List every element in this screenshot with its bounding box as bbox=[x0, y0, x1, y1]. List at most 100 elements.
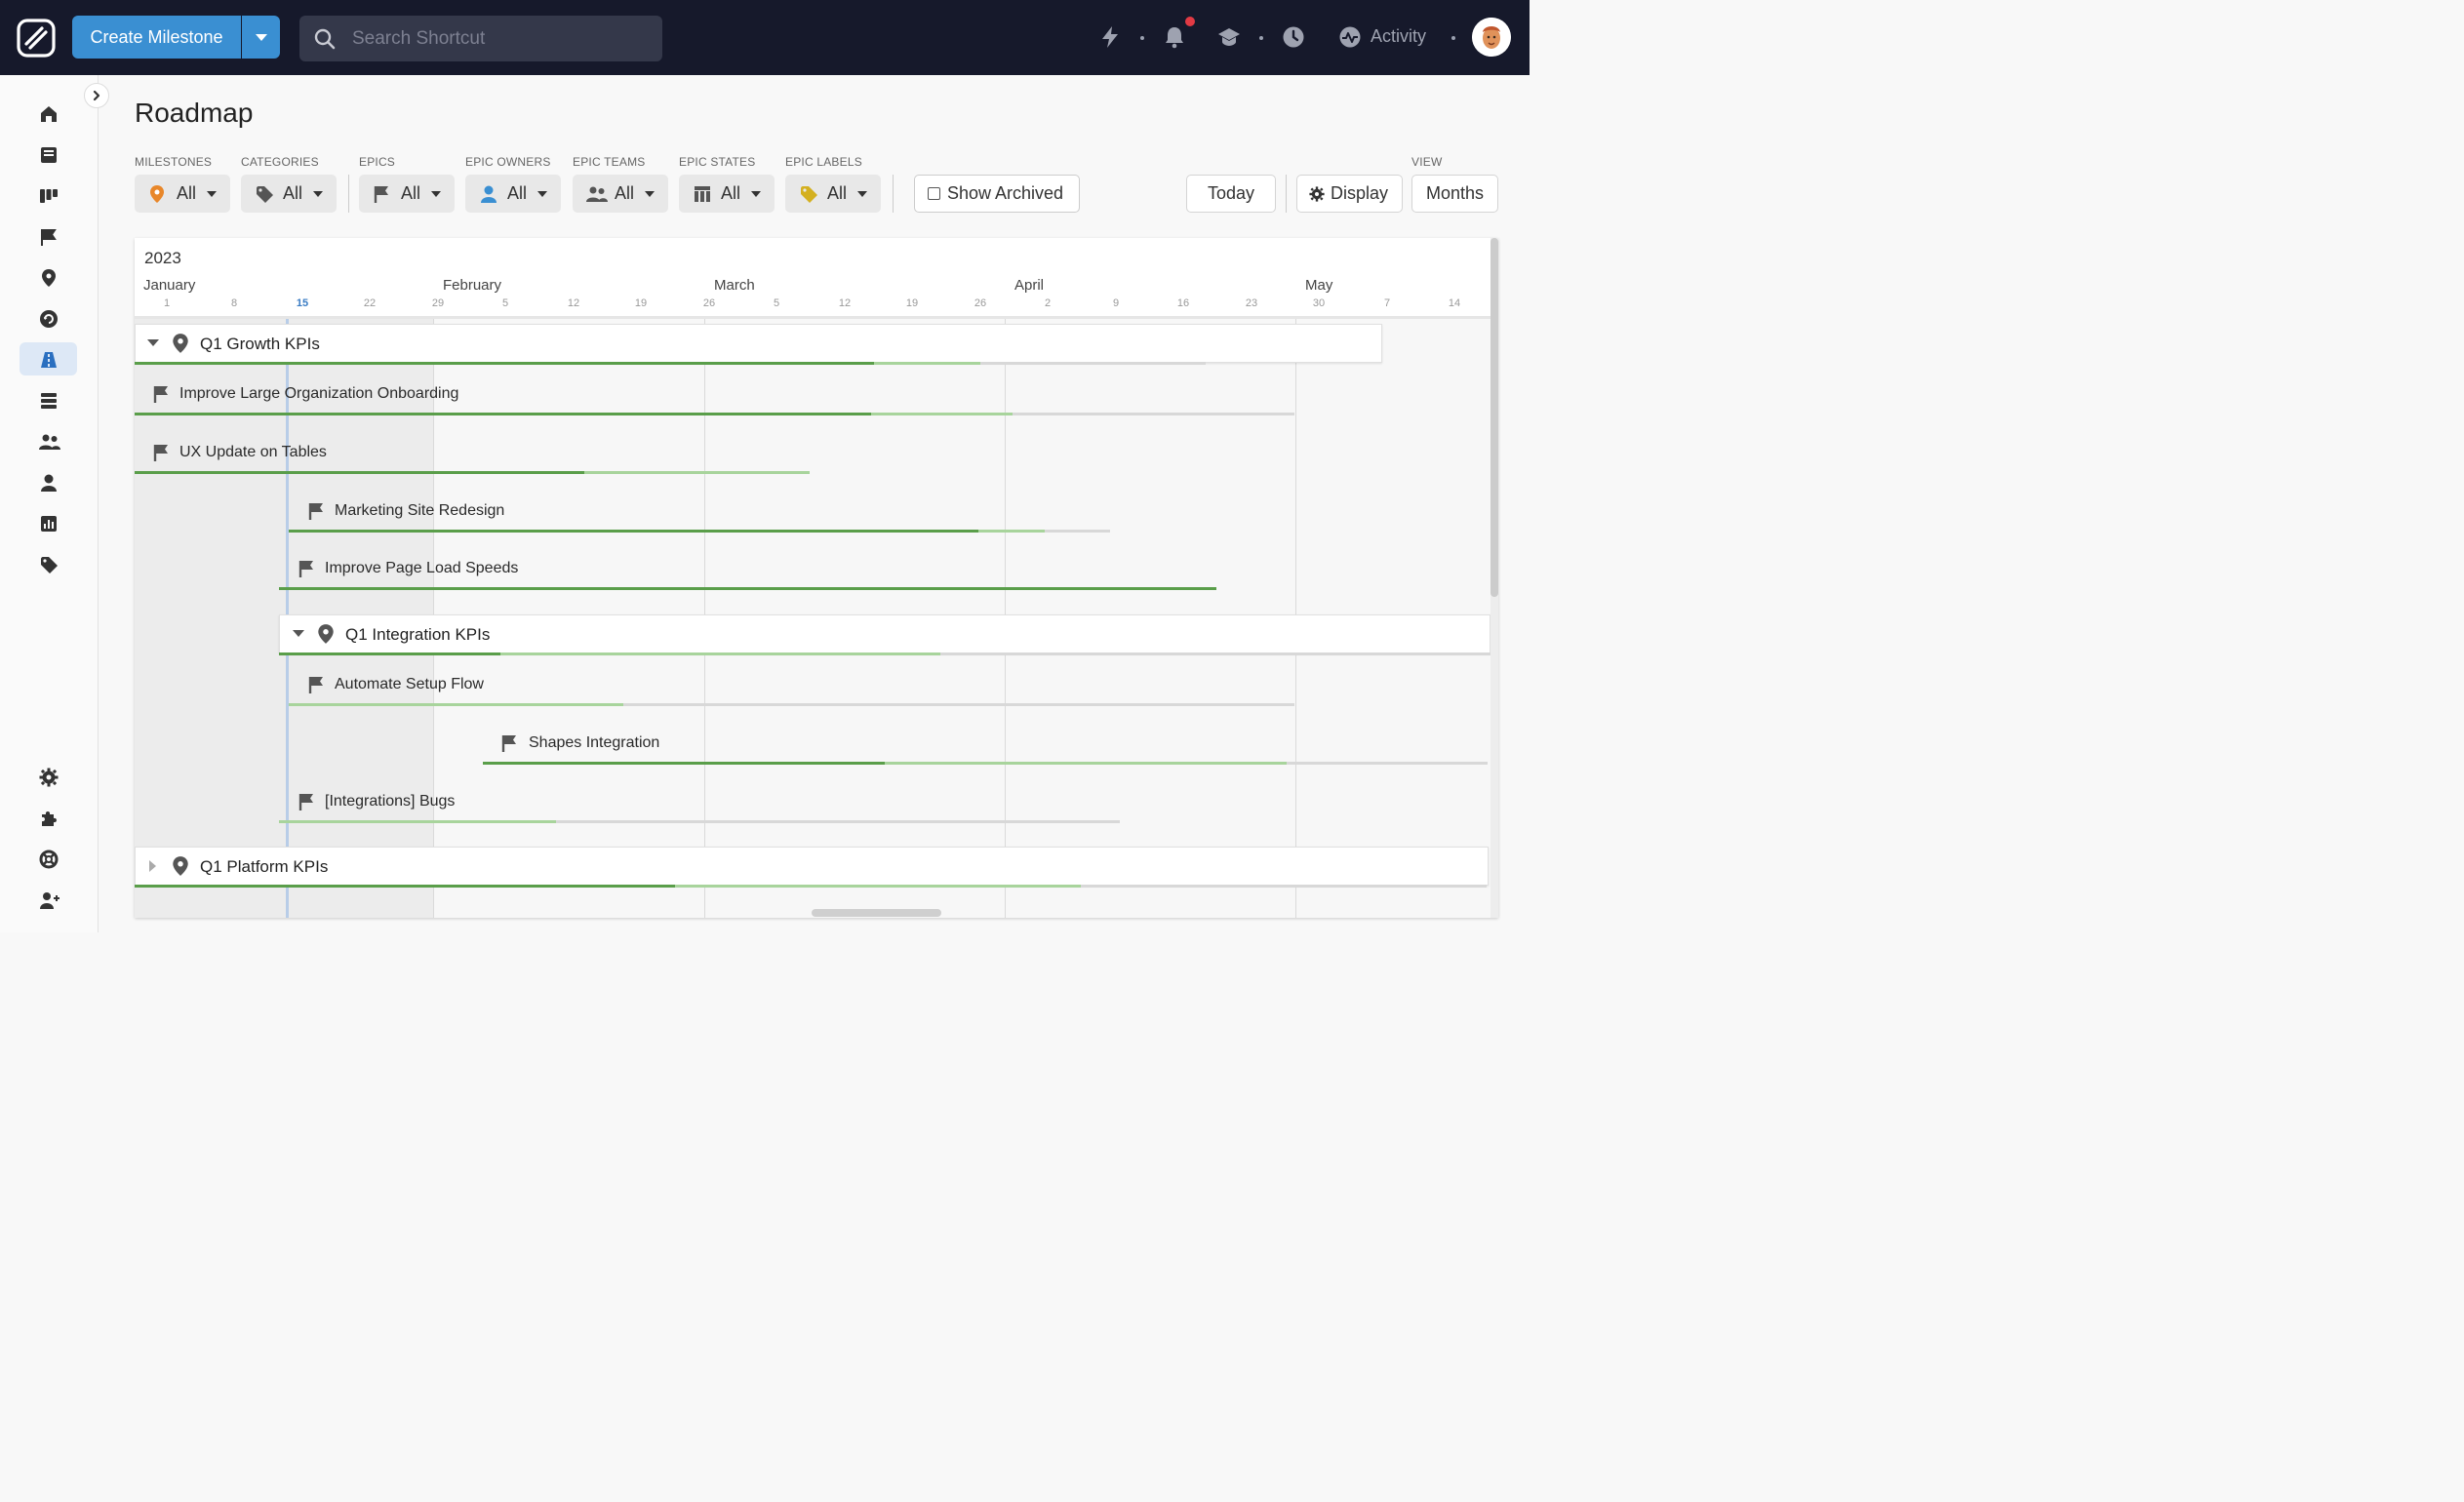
timeline-tick: 29 bbox=[431, 297, 445, 309]
milestone-row-q1-growth[interactable] bbox=[135, 324, 1382, 363]
timeline-tick: 2 bbox=[1044, 297, 1052, 309]
create-dropdown-button[interactable] bbox=[242, 16, 280, 59]
epic-name[interactable]: Shapes Integration bbox=[529, 734, 659, 752]
filter-divider bbox=[893, 175, 894, 213]
sidebar-collapse-toggle[interactable] bbox=[84, 83, 109, 108]
epic-name[interactable]: UX Update on Tables bbox=[179, 444, 327, 461]
caret-right-icon[interactable] bbox=[149, 860, 157, 872]
sidebar-item-stories[interactable] bbox=[20, 138, 77, 171]
sidebar-item-iterations[interactable] bbox=[20, 301, 77, 335]
progress-done bbox=[135, 413, 871, 415]
sidebar-item-roadmap[interactable] bbox=[20, 342, 77, 376]
sidebar-item-home[interactable] bbox=[20, 97, 77, 130]
sidebar-item-milestones[interactable] bbox=[20, 260, 77, 294]
caret-down-icon bbox=[751, 191, 761, 197]
timeline-month: March bbox=[714, 277, 755, 294]
search-input[interactable]: Search Shortcut bbox=[299, 16, 662, 61]
sidebar-item-epics[interactable] bbox=[20, 219, 77, 253]
caret-down-icon[interactable] bbox=[147, 339, 159, 347]
sidebar-item-user[interactable] bbox=[20, 465, 77, 498]
teams-icon bbox=[39, 434, 60, 450]
progress-started bbox=[289, 703, 623, 706]
filter-epic-owners-dropdown[interactable]: All bbox=[465, 175, 561, 213]
roadmap-icon bbox=[41, 352, 57, 368]
epic-name[interactable]: [Integrations] Bugs bbox=[325, 793, 455, 810]
today-button[interactable]: Today bbox=[1186, 175, 1276, 213]
filter-categories-dropdown[interactable]: All bbox=[241, 175, 337, 213]
bell-icon[interactable] bbox=[1163, 25, 1186, 49]
filter-epic-teams-value: All bbox=[615, 183, 635, 203]
caret-down-icon[interactable] bbox=[293, 630, 304, 638]
user-avatar[interactable] bbox=[1472, 18, 1511, 57]
team-icon bbox=[586, 186, 608, 202]
sidebar-item-objectives[interactable] bbox=[20, 383, 77, 416]
timeline-year: 2023 bbox=[144, 249, 181, 267]
clock-icon[interactable] bbox=[1282, 25, 1305, 49]
filter-epic-states-dropdown[interactable]: All bbox=[679, 175, 775, 213]
roadmap-timeline: 2023 January February March April May 1 … bbox=[135, 238, 1498, 918]
sidebar-item-settings[interactable] bbox=[20, 760, 77, 793]
shortcut-logo-icon[interactable] bbox=[17, 19, 56, 58]
horizontal-scrollbar[interactable] bbox=[812, 909, 941, 917]
filter-label-milestones: MILESTONES bbox=[135, 155, 213, 169]
filter-milestones-dropdown[interactable]: All bbox=[135, 175, 230, 213]
scrollbar-thumb[interactable] bbox=[1490, 238, 1498, 597]
progress-done bbox=[135, 471, 584, 474]
sidebar-item-invite[interactable] bbox=[20, 883, 77, 916]
filter-epic-labels-dropdown[interactable]: All bbox=[785, 175, 881, 213]
timeline-tick: 26 bbox=[974, 297, 987, 309]
milestone-name[interactable]: Q1 Growth KPIs bbox=[200, 335, 320, 354]
timeline-tick: 5 bbox=[773, 297, 780, 309]
timeline-tick: 12 bbox=[567, 297, 580, 309]
filter-epic-labels-value: All bbox=[827, 183, 848, 203]
sidebar bbox=[0, 75, 99, 932]
separator-dot bbox=[1259, 36, 1263, 40]
timeline-tick: 23 bbox=[1245, 297, 1258, 309]
sidebar-item-help[interactable] bbox=[20, 842, 77, 875]
timeline-tick: 1 bbox=[163, 297, 171, 309]
filter-label-epic-owners: EPIC OWNERS bbox=[465, 155, 551, 169]
epic-flag-icon bbox=[153, 386, 168, 403]
epic-name[interactable]: Improve Page Load Speeds bbox=[325, 560, 518, 577]
progress-done bbox=[135, 362, 874, 365]
activity-icon[interactable] bbox=[1338, 25, 1362, 49]
help-lifebuoy-icon bbox=[39, 850, 59, 869]
filter-epic-teams-dropdown[interactable]: All bbox=[573, 175, 668, 213]
activity-link[interactable]: Activity bbox=[1371, 26, 1426, 47]
sidebar-item-labels[interactable] bbox=[20, 547, 77, 580]
progress-done bbox=[279, 587, 1216, 590]
epic-flag-icon bbox=[298, 561, 313, 577]
timeline-month: April bbox=[1014, 277, 1045, 294]
milestone-row-q1-platform[interactable] bbox=[135, 847, 1489, 886]
show-archived-checkbox[interactable]: Show Archived bbox=[914, 175, 1080, 213]
milestone-name[interactable]: Q1 Platform KPIs bbox=[200, 857, 328, 877]
sidebar-item-teams[interactable] bbox=[20, 424, 77, 457]
filter-divider bbox=[348, 175, 349, 213]
lightning-icon[interactable] bbox=[1098, 25, 1122, 49]
sidebar-item-board[interactable] bbox=[20, 178, 77, 212]
progress-done bbox=[135, 885, 675, 888]
milestone-name[interactable]: Q1 Integration KPIs bbox=[345, 625, 490, 645]
stories-icon bbox=[41, 147, 57, 163]
epic-flag-icon bbox=[298, 794, 313, 810]
timeline-month: February bbox=[443, 277, 502, 294]
epic-name[interactable]: Automate Setup Flow bbox=[335, 676, 484, 693]
sidebar-item-reports[interactable] bbox=[20, 506, 77, 539]
epic-name[interactable]: Improve Large Organization Onboarding bbox=[179, 385, 458, 403]
sidebar-item-integrations[interactable] bbox=[20, 801, 77, 834]
columns-icon bbox=[695, 186, 710, 202]
show-archived-label: Show Archived bbox=[947, 183, 1064, 203]
milestones-icon bbox=[42, 269, 56, 287]
view-months-dropdown[interactable]: Months bbox=[1411, 175, 1498, 213]
filter-epics-dropdown[interactable]: All bbox=[359, 175, 455, 213]
timeline-tick: 12 bbox=[838, 297, 852, 309]
create-milestone-button[interactable]: Create Milestone bbox=[72, 16, 241, 59]
milestone-pin-icon bbox=[173, 334, 188, 353]
vertical-scrollbar[interactable] bbox=[1490, 238, 1498, 918]
epic-name[interactable]: Marketing Site Redesign bbox=[335, 502, 504, 520]
graduation-cap-icon[interactable] bbox=[1217, 25, 1241, 49]
avatar-illustration-icon bbox=[1472, 18, 1511, 57]
checkbox-box[interactable] bbox=[928, 187, 940, 200]
display-button[interactable]: Display bbox=[1296, 175, 1403, 213]
controls-divider bbox=[1286, 175, 1287, 213]
